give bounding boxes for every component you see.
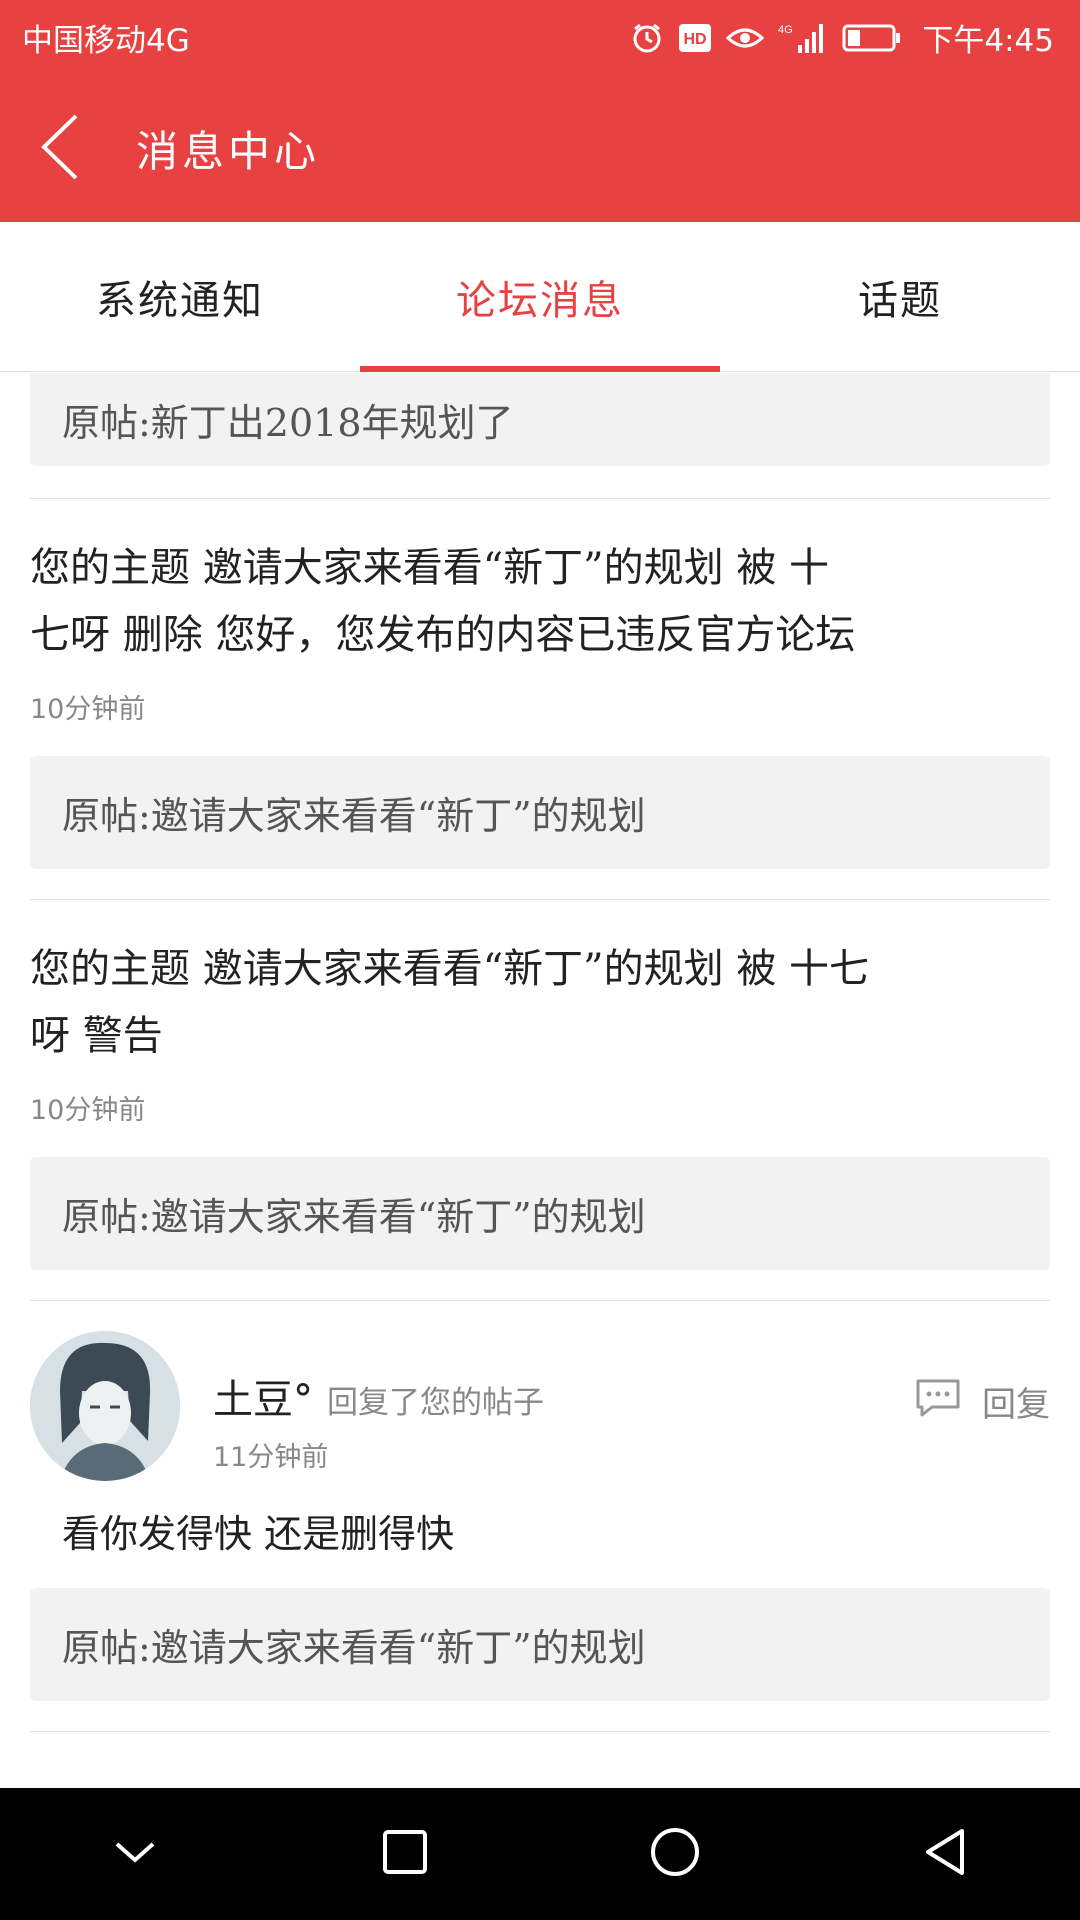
message-feed[interactable]: 原帖:新丁出2018年规划了 您的主题 邀请大家来看看“新丁”的规划 被 十 七… [0,373,1080,1788]
quote-text: 原帖:邀请大家来看看“新丁”的规划 [62,1195,646,1239]
username[interactable]: 土豆° [213,1377,313,1423]
status-time: 下午4:45 [922,23,1054,59]
quote-text: 原帖:邀请大家来看看“新丁”的规划 [62,1626,646,1670]
signal-icon: 4G [778,21,828,55]
battery-icon [842,23,902,53]
tab-label: 系统通知 [96,277,264,324]
original-post-quote[interactable]: 原帖:邀请大家来看看“新丁”的规划 [30,1157,1050,1270]
reply-body: 看你发得快 还是删得快 [62,1512,455,1556]
original-post-quote[interactable]: 原帖:新丁出2018年规划了 [30,373,1050,466]
message-line: 您的主题 邀请大家来看看“新丁”的规划 被 十 [30,545,830,591]
reply-time: 11分钟前 [213,1442,329,1473]
list-item[interactable]: 您的主题 邀请大家来看看“新丁”的规划 被 十七 呀 警告 10分钟前 原帖:邀… [0,900,1080,1300]
hide-keyboard-button[interactable] [75,1794,195,1914]
message-line: 您的主题 邀请大家来看看“新丁”的规划 被 十七 [30,946,870,992]
reply-button[interactable]: 回复 [914,1377,1050,1426]
message-line: 呀 警告 [30,1013,163,1059]
tab-label: 论坛消息 [456,277,624,324]
recents-button[interactable] [345,1794,465,1914]
recents-icon [382,1829,428,1879]
eye-icon [726,24,765,52]
quote-text: 原帖:邀请大家来看看“新丁”的规划 [62,794,646,838]
back-icon [922,1827,968,1881]
svg-text:4G: 4G [778,24,793,36]
tab-topics[interactable]: 话题 [720,222,1080,371]
list-item[interactable]: 您的主题 邀请大家来看看“新丁”的规划 被 十 七呀 删除 您好，您发布的内容已… [0,499,1080,899]
message-line: 七呀 删除 您好，您发布的内容已违反官方论坛 [30,612,856,658]
tab-forum-messages[interactable]: 论坛消息 [360,222,720,372]
message-time: 10分钟前 [30,694,146,725]
carrier-label: 中国移动4G [22,23,190,59]
home-icon [649,1826,701,1882]
original-post-quote[interactable]: 原帖:邀请大家来看看“新丁”的规划 [30,1588,1050,1701]
quote-text: 原帖:新丁出2018年规划了 [62,401,514,445]
tab-system-notice[interactable]: 系统通知 [0,222,360,371]
chevron-down-icon [113,1838,157,1870]
active-tab-indicator [360,366,720,372]
page-title: 消息中心 [136,127,321,176]
svg-text:HD: HD [684,31,707,48]
reply-action-text: 回复了您的帖子 [327,1385,544,1421]
back-arrow-icon [38,112,82,186]
reply-user-line: 土豆° 回复了您的帖子 [213,1367,544,1425]
reply-label: 回复 [982,1385,1050,1425]
message-text: 您的主题 邀请大家来看看“新丁”的规划 被 十七 呀 警告 [30,936,1050,1070]
system-nav-bar [0,1788,1080,1920]
screen: 中国移动4G HD 4G 下午4:45 消息中心 系统通知 论坛消息 话题 原帖… [0,0,1080,1920]
divider [30,1731,1050,1732]
avatar[interactable] [30,1331,180,1481]
app-header: 消息中心 [0,75,1080,222]
status-icons: HD 4G 下午4:45 [630,15,1054,60]
hd-icon: HD [678,23,712,53]
comment-icon [914,1377,962,1426]
tab-label: 话题 [858,277,942,324]
original-post-quote[interactable]: 原帖:邀请大家来看看“新丁”的规划 [30,756,1050,869]
tab-bar: 系统通知 论坛消息 话题 [0,222,1080,372]
message-text: 您的主题 邀请大家来看看“新丁”的规划 被 十 七呀 删除 您好，您发布的内容已… [30,535,1050,669]
home-button[interactable] [615,1794,735,1914]
reply-header: 土豆° 回复了您的帖子 11分钟前 回复 [30,1331,1050,1481]
back-nav-button[interactable] [885,1794,1005,1914]
message-time: 10分钟前 [30,1095,146,1126]
alarm-icon [630,21,664,55]
back-button[interactable] [0,75,120,222]
reply-item[interactable]: 土豆° 回复了您的帖子 11分钟前 回复 看你发得快 还是删得快 原帖:邀请大家来… [0,1301,1080,1731]
status-bar: 中国移动4G HD 4G 下午4:45 [0,0,1080,75]
